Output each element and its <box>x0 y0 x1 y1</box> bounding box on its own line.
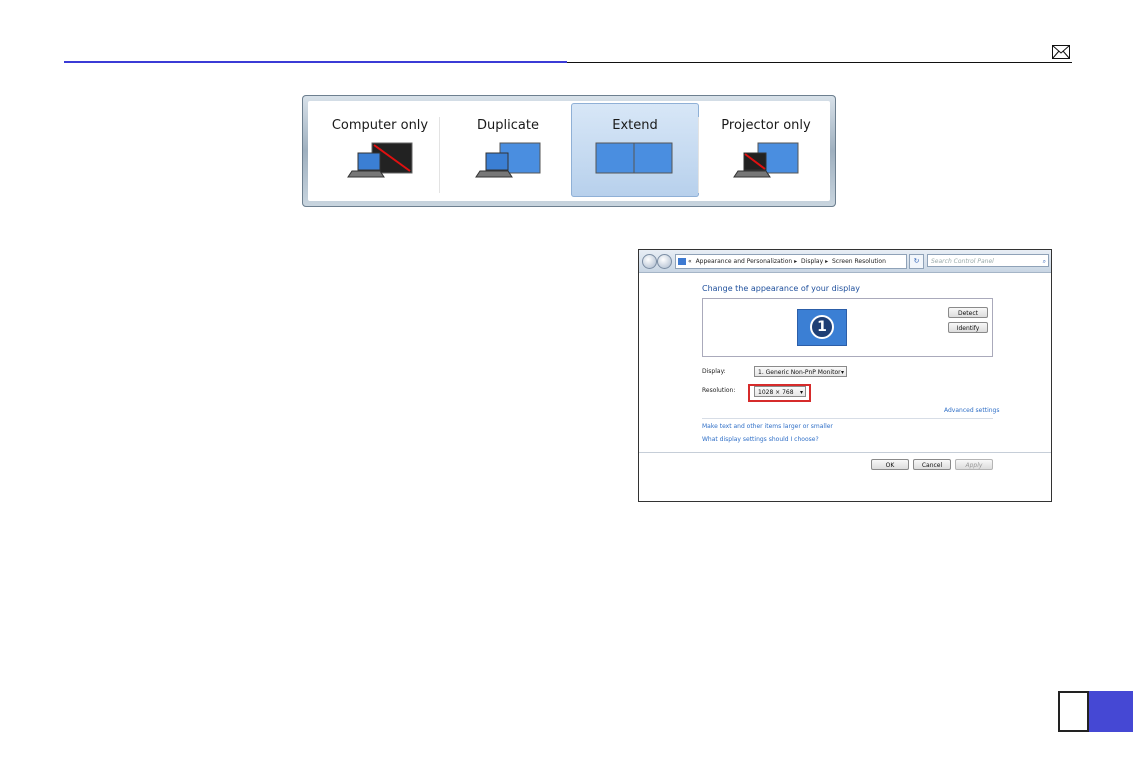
monitor-number: 1 <box>810 315 834 339</box>
extend-icon <box>595 142 673 174</box>
breadcrumb-item[interactable]: Appearance and Personalization <box>696 258 793 265</box>
chevron-down-icon: ▾ <box>840 369 844 376</box>
back-button[interactable] <box>642 254 657 269</box>
display-dropdown[interactable]: 1. Generic Non-PnP Monitor ▾ <box>754 366 847 377</box>
control-panel-icon <box>678 258 686 265</box>
monitor-1[interactable]: 1 <box>797 309 847 346</box>
text-size-link[interactable]: Make text and other items larger or smal… <box>702 423 833 430</box>
apply-button[interactable]: Apply <box>955 459 993 470</box>
option-extend[interactable]: Extend <box>571 103 699 197</box>
header-rule <box>567 62 1072 63</box>
option-label: Duplicate <box>477 118 539 133</box>
separator <box>439 117 440 193</box>
search-input[interactable]: Search Control Panel ⌕ <box>927 254 1049 267</box>
option-projector-only[interactable]: Projector only <box>702 103 830 197</box>
resolution-label: Resolution: <box>702 387 736 394</box>
resolution-highlight <box>748 384 811 402</box>
breadcrumb[interactable]: « Appearance and Personalization ▸ Displ… <box>675 254 907 269</box>
forward-button[interactable] <box>657 254 672 269</box>
advanced-settings-link[interactable]: Advanced settings <box>944 407 999 414</box>
identify-button[interactable]: Identify <box>948 322 988 333</box>
duplicate-icon <box>475 142 541 178</box>
display-preview: 1 Detect Identify <box>702 298 993 357</box>
page-title: Change the appearance of your display <box>702 284 861 293</box>
magnifier-icon: ⌕ <box>1042 258 1046 265</box>
mail-icon <box>1052 45 1070 59</box>
ok-button[interactable]: OK <box>871 459 909 470</box>
projection-switcher: Computer only Duplicate Extend Projector… <box>302 95 836 207</box>
option-label: Projector only <box>721 118 811 133</box>
option-label: Extend <box>612 118 658 133</box>
display-value: 1. Generic Non-PnP Monitor <box>758 369 841 376</box>
breadcrumb-item[interactable]: Display <box>801 258 823 265</box>
page-tab <box>1089 691 1133 732</box>
display-label: Display: <box>702 368 726 375</box>
divider <box>702 418 993 419</box>
breadcrumb-item[interactable]: Screen Resolution <box>832 258 886 265</box>
projector-only-icon <box>733 142 799 178</box>
screen-resolution-window: « Appearance and Personalization ▸ Displ… <box>638 249 1052 502</box>
detect-button[interactable]: Detect <box>948 307 988 318</box>
display-settings-help-link[interactable]: What display settings should I choose? <box>702 436 819 443</box>
computer-only-icon <box>347 142 413 178</box>
separator <box>698 117 699 193</box>
page-number-box <box>1058 691 1089 732</box>
refresh-icon[interactable]: ↻ <box>909 254 924 269</box>
search-placeholder: Search Control Panel <box>931 258 994 265</box>
option-duplicate[interactable]: Duplicate <box>444 103 572 197</box>
address-bar: « Appearance and Personalization ▸ Displ… <box>639 250 1051 273</box>
cancel-button[interactable]: Cancel <box>913 459 951 470</box>
footer-divider <box>639 452 1051 453</box>
header-rule-accent <box>64 61 567 63</box>
option-computer-only[interactable]: Computer only <box>316 103 444 197</box>
option-label: Computer only <box>331 118 429 133</box>
